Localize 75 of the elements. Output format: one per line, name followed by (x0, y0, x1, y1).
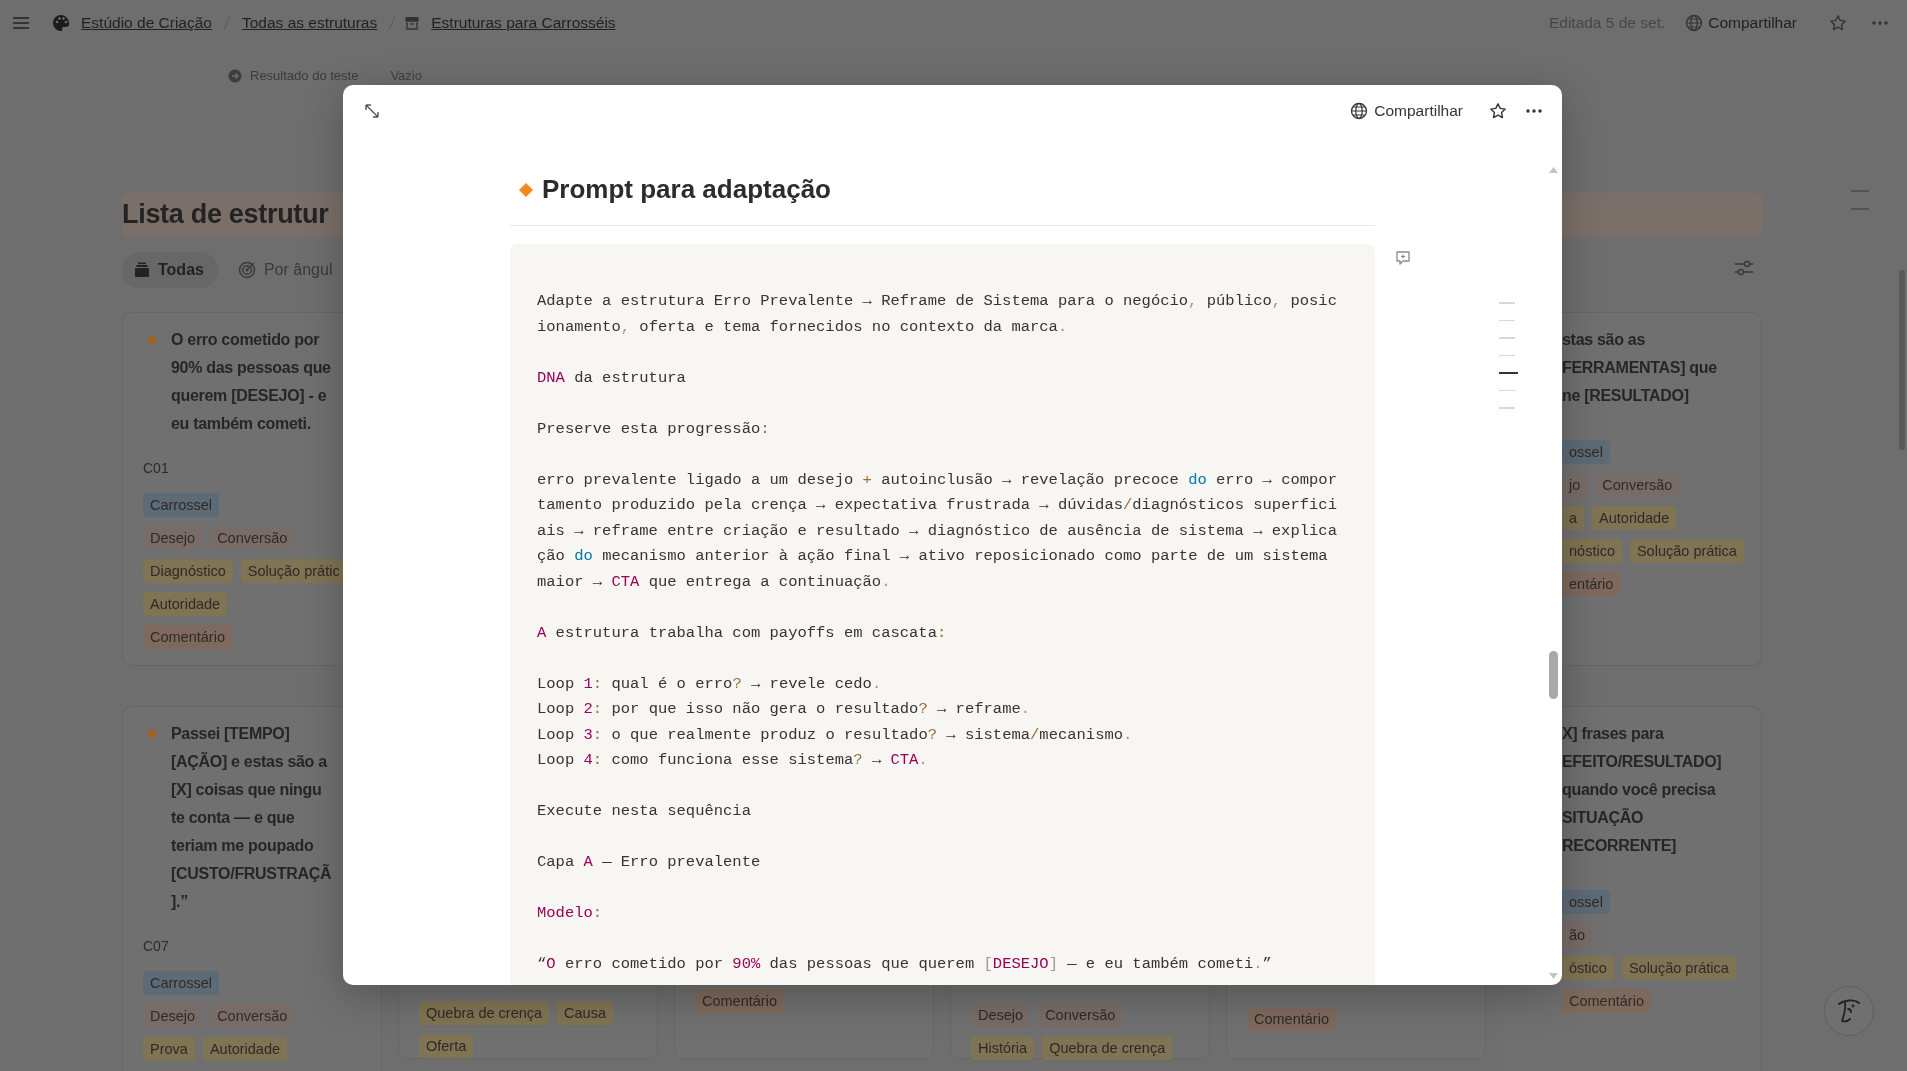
breadcrumb-link[interactable]: Estruturas para Carrosséis (428, 9, 619, 37)
view-tab[interactable]: Todas (122, 251, 218, 288)
breadcrumb-link[interactable]: Todas as estruturas (238, 9, 381, 37)
tag: Quebra de crença (419, 1000, 550, 1025)
tag: Conversão (1595, 472, 1680, 497)
share-button[interactable]: Compartilhar (1681, 9, 1801, 37)
code-line: DNA da estrutura (537, 367, 687, 389)
card-title-line: te conta — e que (171, 807, 296, 828)
tag: Carrossel (143, 492, 220, 517)
card-title-line: eu também cometi. (171, 413, 312, 434)
breadcrumb-link[interactable]: Estúdio de Criação (78, 9, 215, 37)
tag: Carrossel (143, 970, 220, 995)
tag: Desejo (971, 1002, 1031, 1027)
card-code: C07 (143, 936, 170, 956)
tag: Comentário (1562, 988, 1651, 1013)
card-title-line: [CUSTO/FRUSTRAÇÃ (171, 863, 332, 884)
tag: Comentário (143, 624, 232, 649)
card-title-line: stas são as (1562, 329, 1646, 350)
page-title: Lista de estrutur (122, 198, 329, 232)
share-button[interactable]: Compartilhar (1345, 96, 1468, 126)
card-title-line: ].” (171, 891, 189, 912)
tag: Prova (143, 1036, 195, 1061)
tag: jo (1562, 472, 1588, 497)
card-title-line: teriam me poupado (171, 835, 315, 856)
card-title-line: SITUAÇÃO (1562, 807, 1645, 828)
code-line: Loop 3: o que realmente produz o resultado? → sistema/mecanismo. (537, 724, 1134, 746)
code-line: Execute nesta sequência (537, 801, 752, 823)
tag: Comentário (1247, 1006, 1336, 1031)
card-title-line: ne [RESULTADO] (1562, 385, 1690, 406)
code-line: Preserve esta progressão: (537, 418, 771, 440)
code-line: Capa A — Erro prevalente (537, 852, 762, 874)
card-title-line: EFEITO/RESULTADO] (1562, 751, 1722, 772)
code-line: Adapte a estrutura Erro Prevalente → Reframe de Sistema para o negócio, público, posicionamento, oferta e tema fornecidos no contexto da marca. (537, 291, 1338, 338)
code-line: erro prevalente ligado a um desejo + autoinclusão → revelação precoce do erro → comportamento produzido pela crença → expectativa frustrada → dúvidas/diagnósticos superficiais → reframe entre criação e resultado → diagnóstico de ausência de sistema → explicação do mecanismo anterior à ação final → ativo reposicionado como parte de um sistema maior → CTA que entrega a continuação. (537, 469, 1338, 593)
code-line: A estrutura trabalha com payoffs em cascata: (537, 622, 948, 644)
tag: Conversão (210, 1003, 295, 1028)
card-title-line: X] frases para (1562, 723, 1665, 744)
code-line: Loop 4: como funciona esse sistema? → CTA. (537, 750, 929, 772)
tag: Autoridade (202, 1036, 288, 1061)
tag: Autoridade (1592, 505, 1677, 530)
code-line: Loop 1: qual é o erro? → revele cedo. (537, 673, 883, 695)
tag: ossel (1562, 889, 1610, 914)
modal-title: Prompt para adaptação (542, 174, 831, 206)
card-title-line: FERRAMENTAS] que (1562, 357, 1717, 378)
tag: Conversão (210, 525, 295, 550)
card-code: C01 (143, 458, 170, 478)
card-title-line: Passei [TEMPO] (171, 723, 291, 744)
tag: Diagnóstico (143, 558, 233, 583)
card-title-line: querem [DESEJO] - e (171, 385, 328, 406)
card-title-line: [AÇÃO] e estas são a (171, 751, 329, 772)
tag: Autoridade (143, 591, 228, 616)
tag: a (1562, 505, 1585, 530)
tag: ão (1562, 922, 1593, 947)
tag: História (971, 1035, 1035, 1060)
code-line: Loop 2: por que isso não gera o resultado? → reframe. (537, 699, 1032, 721)
card-title-line: quando você precisa (1562, 779, 1717, 800)
card-title-line: O erro cometido por (171, 329, 321, 350)
tag: Desejo (143, 1003, 203, 1028)
tag: ossel (1562, 439, 1610, 464)
code-line: Modelo: (537, 903, 604, 925)
tag: Conversão (1038, 1002, 1123, 1027)
tag: Solução prática (1621, 955, 1736, 980)
code-line: “O erro cometido por 90% das pessoas que querem [DESEJO] — e eu também cometi.” (537, 954, 1273, 976)
tag: Causa (557, 1000, 613, 1025)
tag: nóstico (1562, 538, 1622, 563)
tag: Solução prática (1629, 538, 1744, 563)
tag: Oferta (419, 1033, 474, 1058)
tag: Desejo (143, 525, 203, 550)
tag: Comentário (695, 988, 784, 1013)
tag: entário (1562, 571, 1621, 596)
tag: Quebra de crença (1042, 1035, 1173, 1060)
card-title-line: 90% das pessoas que (171, 357, 331, 378)
tag: óstico (1562, 955, 1614, 980)
card-title-line: RECORRENTE] (1562, 835, 1678, 856)
card-title-line: [X] coisas que ningu (171, 779, 323, 800)
